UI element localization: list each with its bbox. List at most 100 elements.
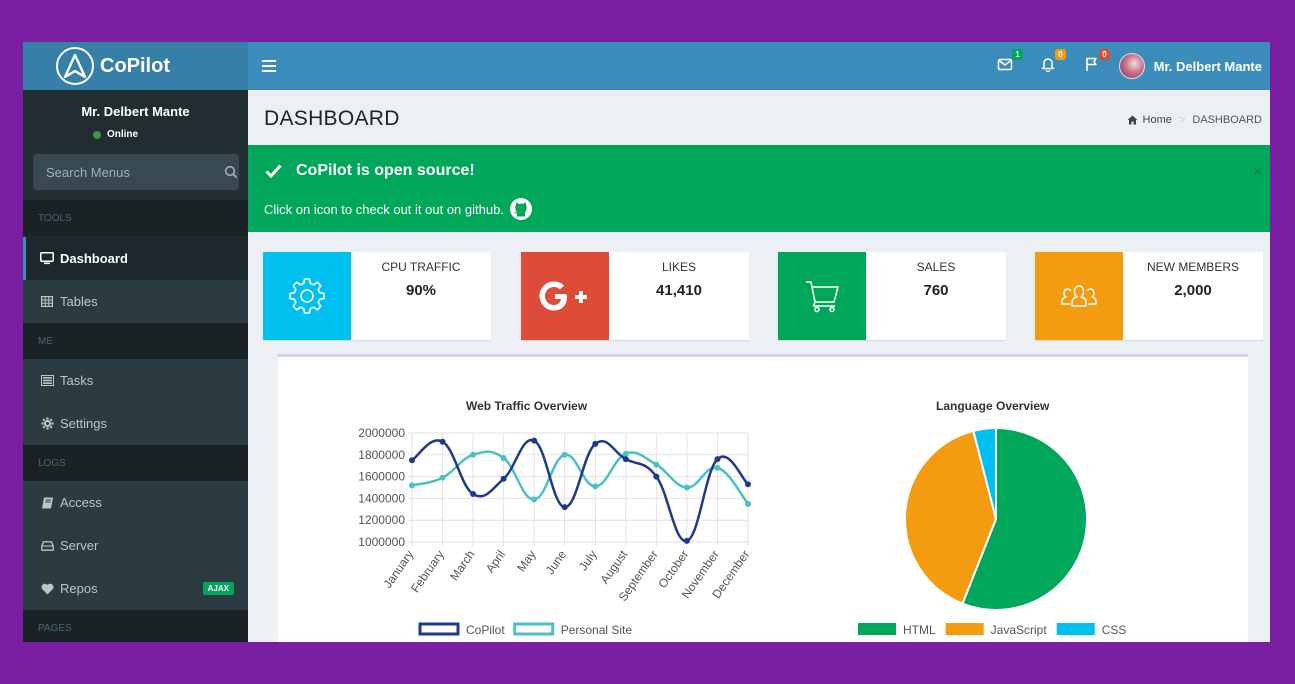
sidebar-item-label: Tasks [60, 373, 94, 388]
y-tick-label: 1400000 [358, 491, 405, 505]
ajax-badge: AJAX [202, 582, 234, 595]
sidebar-item-label: Access [60, 495, 102, 510]
book-icon [40, 496, 54, 510]
users-icon [1035, 252, 1123, 340]
data-point [561, 451, 568, 458]
user-menu[interactable]: Mr. Delbert Mante [1118, 53, 1262, 79]
user-menu-name: Mr. Delbert Mante [1153, 58, 1262, 74]
app-window: CoPilot 1 0 0 Mr. Delbert Mante Mr. Delb… [23, 42, 1270, 642]
legend-label: CoPilot [466, 623, 505, 637]
google-plus-icon [521, 252, 609, 340]
sidebar-item-label: Repos [60, 581, 98, 596]
web-traffic-line-chart: 2000000 1800000 1600000 1400000 1200000 10000… [358, 426, 752, 637]
alert-title-text: CoPilot is open source! [296, 162, 475, 179]
legend-swatch [418, 622, 460, 636]
hdd-icon [40, 539, 54, 553]
notifications-button[interactable]: 0 [1040, 49, 1066, 76]
data-point [531, 437, 538, 444]
data-point [470, 491, 477, 498]
legend-swatch [858, 623, 896, 635]
data-point [683, 537, 690, 544]
legend-label: JavaScript [991, 623, 1048, 637]
language-pie-chart: HTML JavaScript CSS [858, 426, 1126, 637]
data-point [439, 438, 446, 445]
alert-title: CoPilot is open source! [265, 162, 475, 180]
y-tick-label: 1600000 [358, 470, 405, 484]
flags-button[interactable]: 0 [1084, 49, 1110, 76]
data-point [500, 475, 507, 482]
breadcrumb-current: DASHBOARD [1192, 114, 1262, 126]
y-tick-label: 1200000 [358, 513, 405, 527]
messages-badge: 1 [1012, 49, 1023, 60]
flags-badge: 0 [1099, 49, 1110, 60]
alert-text-content: Click on icon to check out it out on git… [264, 201, 504, 217]
sidebar-item-label: Settings [60, 416, 107, 431]
info-box-label: CPU TRAFFIC [381, 260, 461, 274]
sidebar-item-label: Dashboard [60, 251, 128, 266]
sidebar-item-access[interactable]: Access [23, 481, 248, 524]
menu-header-logs: LOGS [23, 445, 248, 481]
online-dot-icon [92, 130, 101, 139]
x-tick-label: May [514, 548, 538, 575]
menu-header-pages: PAGES [23, 610, 248, 642]
copilot-logo-icon [56, 47, 94, 85]
series-copilot [409, 437, 751, 544]
info-box-new-members: NEW MEMBERS 2,000 [1035, 252, 1263, 340]
sidebar-item-dashboard[interactable]: Dashboard [23, 237, 248, 280]
table-icon [40, 295, 54, 309]
data-point [745, 500, 751, 507]
heart-icon [40, 582, 54, 596]
sidebar-toggle-icon[interactable] [262, 57, 276, 75]
alert-close-button[interactable]: × [1253, 163, 1262, 180]
user-panel: Mr. Delbert Mante Online [23, 90, 248, 154]
top-navbar: 1 0 0 Mr. Delbert Mante [248, 42, 1270, 90]
home-icon [1127, 115, 1138, 125]
data-point [592, 440, 599, 447]
brand-name: CoPilot [100, 54, 170, 77]
info-box-value: 41,410 [656, 282, 702, 299]
search-button[interactable] [222, 154, 239, 190]
envelope-icon [997, 58, 1013, 71]
sidebar-item-settings[interactable]: Settings [23, 402, 248, 445]
info-box-likes: LIKES 41,410 [521, 252, 749, 340]
sidebar-search [33, 154, 239, 190]
legend-swatch [1056, 623, 1095, 635]
sidebar-item-tables[interactable]: Tables [23, 280, 248, 323]
data-point [439, 474, 446, 481]
y-tick-label: 1800000 [358, 448, 405, 462]
search-input[interactable] [33, 164, 222, 180]
info-box-value: 760 [923, 282, 949, 299]
info-box-label: NEW MEMBERS [1146, 260, 1239, 274]
y-tick-label: 2000000 [358, 426, 405, 440]
github-link[interactable] [509, 197, 533, 221]
legend-label: Personal Site [561, 623, 633, 637]
tasks-icon [40, 374, 54, 388]
shopping-cart-icon [778, 252, 866, 340]
bell-icon [1041, 58, 1055, 73]
info-box-label: LIKES [661, 260, 697, 274]
menu-header-tools: TOOLS [23, 200, 248, 236]
desktop-icon [40, 252, 54, 266]
flag-icon [1086, 57, 1097, 71]
data-point [653, 473, 660, 480]
user-status: Online [23, 129, 248, 140]
messages-button[interactable]: 1 [997, 49, 1023, 76]
brand-logo[interactable]: CoPilot [23, 42, 248, 90]
info-box-label: SALES [916, 260, 956, 274]
legend-label: HTML [903, 623, 936, 637]
sidebar-item-tasks[interactable]: Tasks [23, 359, 248, 402]
sidebar-item-repos[interactable]: Repos AJAX [23, 567, 248, 610]
x-tick-label: April [483, 548, 508, 576]
sidebar-item-server[interactable]: Server [23, 524, 248, 567]
data-point [561, 504, 568, 511]
github-icon [509, 198, 532, 220]
sidebar: Mr. Delbert Mante Online TOOLS Dashboard… [23, 90, 248, 642]
breadcrumb: Home > DASHBOARD [1127, 114, 1262, 126]
search-icon [224, 165, 237, 179]
breadcrumb-home-link[interactable]: Home [1143, 114, 1172, 126]
page-title: DASHBOARD [264, 107, 400, 130]
avatar [1118, 53, 1145, 79]
x-tick-label: March [447, 548, 478, 583]
data-point [714, 464, 721, 471]
data-point [531, 496, 538, 503]
